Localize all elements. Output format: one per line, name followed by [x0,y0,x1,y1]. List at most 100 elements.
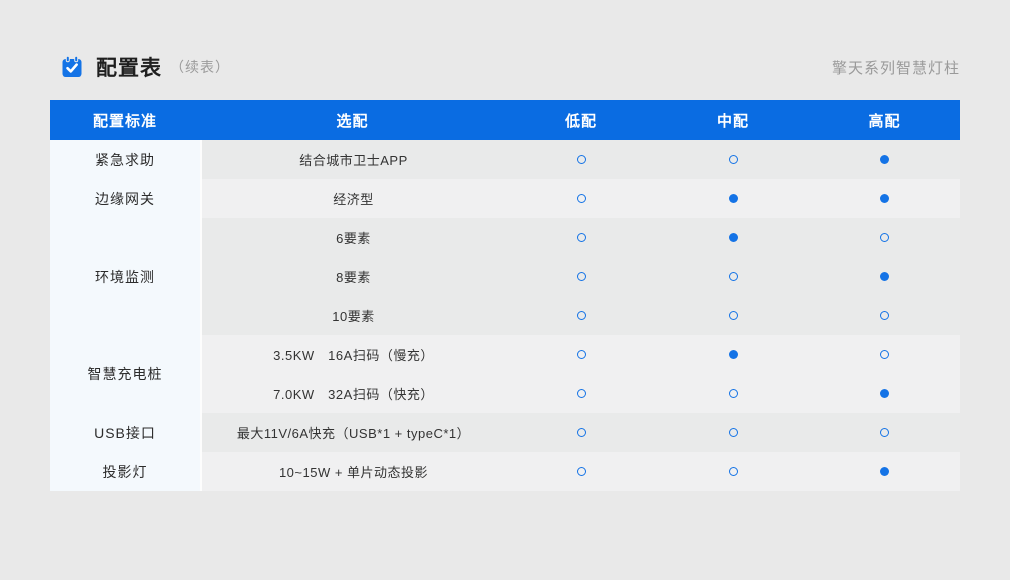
group-name: 紧急求助 [50,140,200,179]
high-config-mark [880,233,889,242]
mid-config-mark [729,272,738,281]
low-config-cell [505,428,657,437]
low-config-mark [577,467,586,476]
table-group-projection-light: 投影灯 10~15W + 单片动态投影 [50,452,960,491]
table-row: 3.5KW 16A扫码（慢充） [202,335,960,374]
low-config-mark [577,389,586,398]
option-cell: 经济型 [202,189,505,208]
low-config-mark [577,233,586,242]
mid-config-mark [729,428,738,437]
low-config-cell [505,233,657,242]
high-config-cell [809,155,960,164]
low-config-mark [577,194,586,203]
high-config-mark [880,311,889,320]
table-group-smart-charging-pile: 智慧充电桩 3.5KW 16A扫码（慢充） 7.0KW 32A扫码（快充） [50,335,960,413]
table-row: 8要素 [202,257,960,296]
low-config-cell [505,311,657,320]
high-config-cell [809,467,960,476]
low-config-mark [577,155,586,164]
high-config-mark [880,350,889,359]
mid-config-cell [657,194,809,203]
mid-config-mark [729,311,738,320]
table-row: 6要素 [202,218,960,257]
low-config-cell [505,467,657,476]
option-cell: 10~15W + 单片动态投影 [202,462,505,481]
calendar-check-icon [60,55,84,79]
mid-config-mark [729,155,738,164]
option-cell: 3.5KW 16A扫码（慢充） [202,345,505,364]
group-name: USB接口 [50,413,200,452]
option-cell: 7.0KW 32A扫码（快充） [202,384,505,403]
table-row: 经济型 [202,179,960,218]
mid-config-cell [657,467,809,476]
high-config-cell [809,194,960,203]
config-table: 配置标准 选配 低配 中配 高配 紧急求助 结合城市卫士APP [50,100,960,491]
group-rows: 最大11V/6A快充（USB*1 + typeC*1） [202,413,960,452]
table-header-row: 配置标准 选配 低配 中配 高配 [50,100,960,140]
group-rows: 结合城市卫士APP [202,140,960,179]
low-config-mark [577,428,586,437]
high-config-mark [880,467,889,476]
mid-config-cell [657,272,809,281]
table-row: 7.0KW 32A扫码（快充） [202,374,960,413]
header-optional: 选配 [200,110,505,131]
product-series-label: 擎天系列智慧灯柱 [832,57,960,78]
header-config-standard: 配置标准 [50,110,200,131]
header-low-config: 低配 [505,110,657,131]
high-config-cell [809,389,960,398]
page-container: 配置表 （续表） 擎天系列智慧灯柱 配置标准 选配 低配 中配 高配 紧急求助 … [50,0,960,491]
high-config-cell [809,311,960,320]
option-cell: 8要素 [202,267,505,286]
group-name: 边缘网关 [50,179,200,218]
header-high-config: 高配 [809,110,960,131]
mid-config-cell [657,389,809,398]
low-config-cell [505,350,657,359]
table-row: 10要素 [202,296,960,335]
header-mid-config: 中配 [657,110,809,131]
option-cell: 结合城市卫士APP [202,150,505,169]
group-rows: 经济型 [202,179,960,218]
group-name: 投影灯 [50,452,200,491]
group-rows: 3.5KW 16A扫码（慢充） 7.0KW 32A扫码（快充） [202,335,960,413]
low-config-mark [577,350,586,359]
table-group-usb-port: USB接口 最大11V/6A快充（USB*1 + typeC*1） [50,413,960,452]
table-group-environment-monitoring: 环境监测 6要素 8要素 [50,218,960,335]
option-cell: 6要素 [202,228,505,247]
low-config-cell [505,194,657,203]
high-config-mark [880,428,889,437]
high-config-cell [809,272,960,281]
mid-config-cell [657,428,809,437]
mid-config-cell [657,311,809,320]
high-config-mark [880,389,889,398]
table-row: 最大11V/6A快充（USB*1 + typeC*1） [202,413,960,452]
mid-config-mark [729,350,738,359]
high-config-mark [880,272,889,281]
mid-config-cell [657,350,809,359]
low-config-cell [505,389,657,398]
table-row: 10~15W + 单片动态投影 [202,452,960,491]
table-group-edge-gateway: 边缘网关 经济型 [50,179,960,218]
option-cell: 10要素 [202,306,505,325]
high-config-cell [809,350,960,359]
high-config-cell [809,233,960,242]
option-cell: 最大11V/6A快充（USB*1 + typeC*1） [202,423,505,442]
high-config-mark [880,155,889,164]
mid-config-mark [729,389,738,398]
group-name: 智慧充电桩 [50,335,200,413]
mid-config-cell [657,233,809,242]
group-name: 环境监测 [50,218,200,335]
table-row: 结合城市卫士APP [202,140,960,179]
mid-config-mark [729,467,738,476]
high-config-mark [880,194,889,203]
low-config-mark [577,272,586,281]
title-bar: 配置表 （续表） 擎天系列智慧灯柱 [50,50,960,84]
group-rows: 6要素 8要素 10要素 [202,218,960,335]
page-subtitle: （续表） [170,57,230,77]
page-title: 配置表 [96,52,162,82]
mid-config-mark [729,233,738,242]
mid-config-mark [729,194,738,203]
table-body: 紧急求助 结合城市卫士APP 边缘网关 经济型 [50,140,960,491]
low-config-cell [505,155,657,164]
low-config-mark [577,311,586,320]
mid-config-cell [657,155,809,164]
